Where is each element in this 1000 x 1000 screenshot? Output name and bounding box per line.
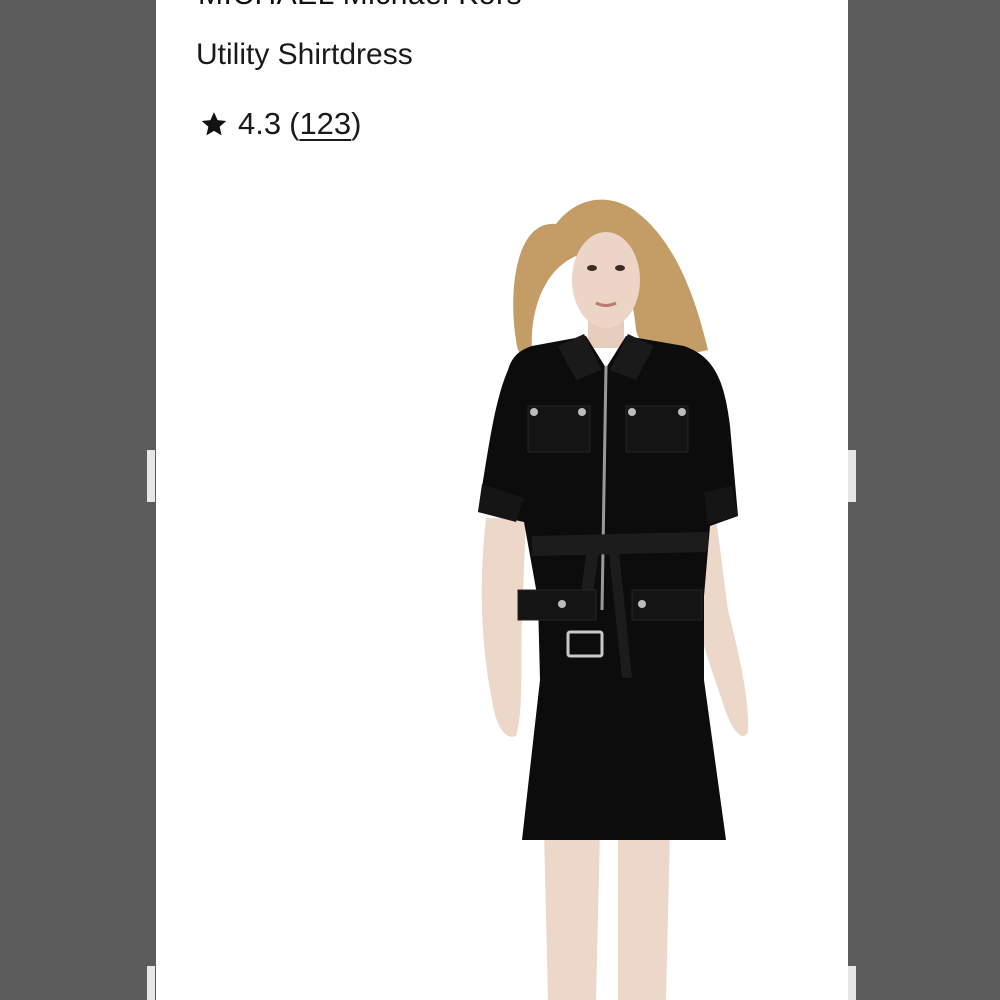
dress-snap-1 xyxy=(530,408,538,416)
star-icon xyxy=(201,112,227,136)
dress-snap-2 xyxy=(578,408,586,416)
rating-score: 4.3 xyxy=(238,106,282,141)
dress-snap-3 xyxy=(628,408,636,416)
model-leg-right xyxy=(618,830,670,1000)
review-count-link[interactable]: 123 xyxy=(299,106,351,142)
dress-hip-pocket-left xyxy=(517,589,597,621)
product-title: Utility Shirtdress xyxy=(196,38,413,71)
model-face xyxy=(572,232,640,328)
model-arm-left xyxy=(481,518,526,737)
rating-open-paren: ( xyxy=(289,106,300,141)
dress-sleeve-right xyxy=(704,486,738,524)
product-rating: 4.3 ( 123 ) xyxy=(200,104,362,144)
dress-belt xyxy=(532,532,708,556)
left-edge-handle-bottom[interactable] xyxy=(147,966,155,1000)
left-edge-handle[interactable] xyxy=(147,450,155,502)
brand-name[interactable]: MICHAEL Michael Kors xyxy=(198,0,522,12)
dress-snap-4 xyxy=(678,408,686,416)
right-edge-handle[interactable] xyxy=(848,450,856,502)
screen: MICHAEL Michael Kors Utility Shirtdress … xyxy=(0,0,1000,1000)
dress-snap-6 xyxy=(638,600,646,608)
model-eye-right xyxy=(615,265,625,271)
dress-snap-5 xyxy=(558,600,566,608)
rating-close-paren: ) xyxy=(351,106,362,141)
model-leg-left xyxy=(544,830,600,1000)
product-photo[interactable] xyxy=(156,180,848,1000)
product-page: MICHAEL Michael Kors Utility Shirtdress … xyxy=(156,0,848,1000)
model-eye-left xyxy=(587,265,597,271)
right-edge-handle-bottom[interactable] xyxy=(848,966,856,1000)
